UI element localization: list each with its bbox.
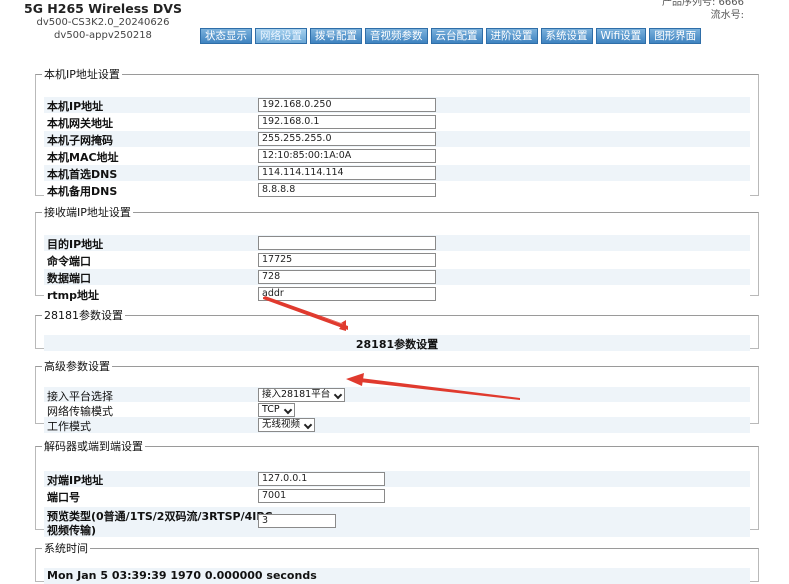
port-input[interactable]: 7001 xyxy=(258,489,385,503)
gateway-label: 本机网关地址 xyxy=(47,117,113,130)
dest-ip-label: 目的IP地址 xyxy=(47,238,104,251)
tab-ptz[interactable]: 云台配置 xyxy=(430,28,483,44)
brand-block: 5G H265 Wireless DVS dv500-CS3K2.0_20240… xyxy=(18,0,188,42)
transport-row: 网络传输模式 TCP xyxy=(44,402,750,418)
gateway-row: 本机网关地址 192.168.0.1 xyxy=(44,114,750,130)
gateway-input[interactable]: 192.168.0.1 xyxy=(258,115,436,129)
ip-input[interactable]: 192.168.0.250 xyxy=(258,98,436,112)
dest-ip-row: 目的IP地址 xyxy=(44,235,750,251)
data-port-input[interactable]: 728 xyxy=(258,270,436,284)
receiver-section: 接收端IP地址设置 目的IP地址 命令端口 17725 数据端口 728 rtm… xyxy=(35,204,759,302)
tab-dial[interactable]: 拨号配置 xyxy=(310,28,362,44)
tab-av[interactable]: 音视频参数 xyxy=(365,28,428,44)
local-ip-section: 本机IP地址设置 本机IP地址 192.168.0.250 本机网关地址 192… xyxy=(35,66,759,198)
preview-label-line2: 视频传输) xyxy=(47,524,97,537)
advanced-legend: 高级参数设置 xyxy=(44,360,110,373)
data-port-label: 数据端口 xyxy=(47,272,91,285)
ip-row: 本机IP地址 192.168.0.250 xyxy=(44,97,750,113)
mac-input[interactable]: 12:10:85:00:1A:0A xyxy=(258,149,436,163)
device-info: 产品序列号: 6666 流水号: xyxy=(662,0,744,22)
rtmp-input[interactable]: addr xyxy=(258,287,436,301)
product-title: 5G H265 Wireless DVS xyxy=(24,1,182,16)
local-ip-legend: 本机IP地址设置 xyxy=(44,68,120,81)
main-nav: 状态显示 网络设置 拨号配置 音视频参数 云台配置 进阶设置 系统设置 Wifi… xyxy=(200,28,702,44)
gb28181-section: 28181参数设置 28181参数设置 xyxy=(35,307,759,351)
ip-label: 本机IP地址 xyxy=(47,100,104,113)
decoder-section: 解码器或端到端设置 对端IP地址 127.0.0.1 端口号 7001 预览类型… xyxy=(35,438,759,537)
rtmp-row: rtmp地址 addr xyxy=(44,286,750,302)
tab-wifi[interactable]: Wifi设置 xyxy=(595,28,647,44)
dns1-input[interactable]: 114.114.114.114 xyxy=(258,166,436,180)
mac-label: 本机MAC地址 xyxy=(47,151,119,164)
mac-row: 本机MAC地址 12:10:85:00:1A:0A xyxy=(44,148,750,164)
advanced-section: 高级参数设置 接入平台选择 接入28181平台 网络传输模式 TCP 工作模式 … xyxy=(35,358,759,433)
tab-advanced[interactable]: 进阶设置 xyxy=(485,28,538,44)
mode-row: 工作模式 无线视频 xyxy=(44,417,750,433)
decoder-legend: 解码器或端到端设置 xyxy=(44,440,143,453)
systime-section: 系统时间 Mon Jan 5 03:39:39 1970 0.000000 se… xyxy=(35,540,759,584)
mode-label: 工作模式 xyxy=(47,420,91,433)
tab-status[interactable]: 状态显示 xyxy=(200,28,252,44)
cmd-port-input[interactable]: 17725 xyxy=(258,253,436,267)
dest-ip-input[interactable] xyxy=(258,236,436,250)
gb28181-legend: 28181参数设置 xyxy=(44,309,123,322)
gb28181-center-label: 28181参数设置 xyxy=(355,338,439,351)
cmd-port-label: 命令端口 xyxy=(47,255,91,268)
tab-system[interactable]: 系统设置 xyxy=(540,28,593,44)
rtmp-label: rtmp地址 xyxy=(47,289,100,302)
dns1-label: 本机首选DNS xyxy=(47,168,118,181)
tab-network[interactable]: 网络设置 xyxy=(255,28,307,44)
systime-legend: 系统时间 xyxy=(44,542,88,555)
mask-input[interactable]: 255.255.255.0 xyxy=(258,132,436,146)
peer-ip-label: 对端IP地址 xyxy=(47,474,104,487)
peer-ip-row: 对端IP地址 127.0.0.1 xyxy=(44,471,750,487)
dns2-row: 本机备用DNS 8.8.8.8 xyxy=(44,182,750,198)
preview-row: 预览类型(0普通/1TS/2双码流/3RTSP/4IPC 视频传输) 3 xyxy=(44,507,750,537)
systime-row: Mon Jan 5 03:39:39 1970 0.000000 seconds xyxy=(44,568,750,584)
cmd-port-row: 命令端口 17725 xyxy=(44,252,750,268)
header: 5G H265 Wireless DVS dv500-CS3K2.0_20240… xyxy=(0,0,789,48)
firmware-version: dv500-CS3K2.0_20240626 xyxy=(36,17,170,28)
flow-number: 流水号: xyxy=(710,10,744,21)
mode-select[interactable]: 无线视频 xyxy=(258,418,316,432)
tab-gui[interactable]: 图形界面 xyxy=(649,28,702,44)
port-row: 端口号 7001 xyxy=(44,488,750,504)
serial-number: 产品序列号: 6666 xyxy=(662,0,744,8)
data-port-row: 数据端口 728 xyxy=(44,269,750,285)
port-label: 端口号 xyxy=(47,491,80,504)
platform-row: 接入平台选择 接入28181平台 xyxy=(44,387,750,403)
dns2-input[interactable]: 8.8.8.8 xyxy=(258,183,436,197)
receiver-legend: 接收端IP地址设置 xyxy=(44,206,131,219)
mask-label: 本机子网掩码 xyxy=(47,134,113,147)
dns1-row: 本机首选DNS 114.114.114.114 xyxy=(44,165,750,181)
preview-type-input[interactable]: 3 xyxy=(258,514,336,528)
systime-value: Mon Jan 5 03:39:39 1970 0.000000 seconds xyxy=(47,569,317,582)
peer-ip-input[interactable]: 127.0.0.1 xyxy=(258,472,385,486)
transport-select[interactable]: TCP xyxy=(258,403,295,417)
platform-select[interactable]: 接入28181平台 xyxy=(258,388,346,402)
app-version: dv500-appv250218 xyxy=(54,30,152,41)
mask-row: 本机子网掩码 255.255.255.0 xyxy=(44,131,750,147)
gb28181-row: 28181参数设置 xyxy=(44,335,750,351)
dns2-label: 本机备用DNS xyxy=(47,185,118,198)
